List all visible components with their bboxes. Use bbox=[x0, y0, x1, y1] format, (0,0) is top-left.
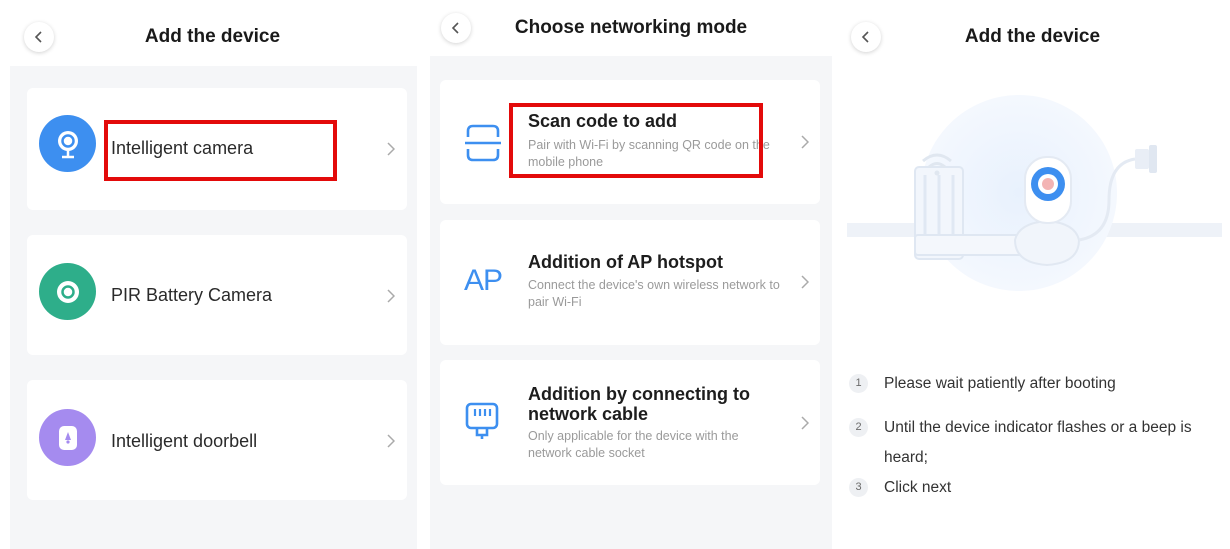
ap-icon: AP bbox=[464, 264, 503, 297]
chevron-right-icon bbox=[387, 434, 395, 448]
mode-description: Pair with Wi-Fi by scanning QR code on t… bbox=[528, 138, 770, 169]
step-number: 3 bbox=[849, 478, 868, 497]
mode-item-network-cable[interactable]: Addition by connecting to network cable … bbox=[440, 360, 820, 485]
scan-icon bbox=[464, 123, 502, 168]
mode-description: Connect the device's own wireless networ… bbox=[528, 278, 780, 309]
device-item-pir-battery-camera[interactable]: PIR Battery Camera bbox=[27, 235, 407, 355]
mode-title: Addition by connecting to network cable bbox=[528, 384, 750, 424]
instruction-step: 3 Click next bbox=[849, 473, 1209, 503]
mode-item-scan-code[interactable]: Scan code to add Pair with Wi-Fi by scan… bbox=[440, 80, 820, 204]
chevron-right-icon bbox=[801, 275, 809, 289]
camera-router-illustration bbox=[847, 85, 1222, 300]
mode-description: Only applicable for the device with the … bbox=[528, 429, 739, 460]
device-item-intelligent-doorbell[interactable]: Intelligent doorbell bbox=[27, 380, 407, 500]
step-text: Until the device indicator flashes or a … bbox=[884, 419, 1192, 466]
step-text: Please wait patiently after booting bbox=[884, 375, 1116, 392]
pir-camera-icon bbox=[39, 263, 96, 320]
step-text: Click next bbox=[884, 479, 952, 496]
page-title: Choose networking mode bbox=[514, 17, 748, 38]
add-device-screen: Add the device Intelligent camera PIR Ba… bbox=[0, 0, 425, 549]
doorbell-icon bbox=[39, 409, 96, 466]
device-label: Intelligent doorbell bbox=[111, 431, 258, 451]
instruction-step: 1 Please wait patiently after booting bbox=[849, 369, 1209, 399]
chevron-right-icon bbox=[387, 289, 395, 303]
chevron-right-icon bbox=[801, 416, 809, 430]
page-title: Add the device bbox=[964, 26, 1101, 47]
device-instructions-screen: Add the device 1 Please wait patiently a… bbox=[837, 0, 1230, 549]
ethernet-icon bbox=[464, 401, 500, 446]
camera-icon bbox=[39, 115, 96, 172]
device-label: PIR Battery Camera bbox=[111, 285, 273, 305]
mode-item-ap-hotspot[interactable]: AP Addition of AP hotspot Connect the de… bbox=[440, 220, 820, 345]
page-title: Add the device bbox=[144, 26, 281, 47]
device-label: Intelligent camera bbox=[111, 138, 254, 158]
mode-title: Scan code to add bbox=[528, 111, 678, 131]
step-number: 1 bbox=[849, 374, 868, 393]
chevron-right-icon bbox=[387, 142, 395, 156]
step-number: 2 bbox=[849, 418, 868, 437]
mode-title: Addition of AP hotspot bbox=[528, 252, 723, 272]
device-item-intelligent-camera[interactable]: Intelligent camera bbox=[27, 88, 407, 210]
instruction-step: 2 Until the device indicator flashes or … bbox=[849, 413, 1209, 473]
chevron-right-icon bbox=[801, 135, 809, 149]
networking-mode-screen: Choose networking mode Scan code to add … bbox=[425, 0, 837, 549]
